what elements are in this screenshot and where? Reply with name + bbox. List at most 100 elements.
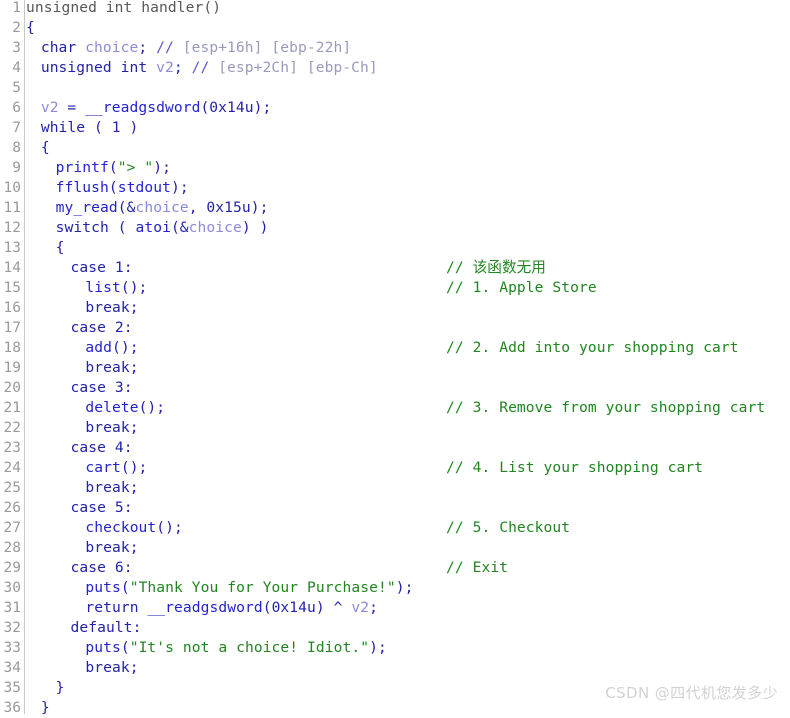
code-token-fn: stdout: [117, 179, 171, 196]
code-line[interactable]: unsigned int handler(): [26, 0, 221, 18]
code-line[interactable]: break;: [85, 358, 138, 378]
line-number: 17: [3, 320, 21, 336]
code-token-fn: fflush: [55, 179, 109, 196]
code-line[interactable]: {: [41, 138, 50, 158]
line-number: 35: [3, 680, 21, 696]
code-line[interactable]: v2 = __readgsdword(0x14u);: [41, 98, 272, 118]
line-number: 1: [12, 0, 21, 16]
code-line[interactable]: default:: [71, 618, 142, 638]
code-token-fn: my_read: [55, 199, 118, 216]
side-comment: // 4. List your shopping cart: [446, 459, 704, 476]
line-number: 4: [12, 60, 21, 76]
code-line[interactable]: add();: [85, 338, 138, 358]
code-token-kw: }: [55, 679, 65, 696]
code-token-kw: ();: [138, 399, 166, 416]
line-number: 12: [3, 220, 21, 236]
code-token-kw: break;: [85, 419, 139, 436]
line-number: 18: [3, 340, 21, 356]
code-line[interactable]: {: [26, 18, 35, 38]
code-token-var: choice: [85, 39, 139, 56]
code-token-var: v2: [156, 59, 174, 76]
code-line[interactable]: puts("It's not a choice! Idiot.");: [85, 638, 386, 658]
code-token-plain: unsigned int handler(): [26, 0, 222, 16]
code-token-punct: {: [26, 19, 35, 36]
code-line[interactable]: puts("Thank You for Your Purchase!");: [85, 578, 413, 598]
code-line[interactable]: switch ( atoi(&choice) ): [56, 218, 269, 238]
csdn-watermark: CSDN @四代机您发多少: [605, 684, 778, 702]
code-line[interactable]: list();: [85, 278, 147, 298]
code-token-kw: switch (: [55, 219, 136, 236]
code-token-kw: );: [170, 179, 189, 196]
code-token-fn: __readgsdword: [147, 599, 263, 616]
line-number: 26: [3, 500, 21, 516]
code-line[interactable]: char choice; // [esp+16h] [ebp-22h]: [41, 38, 351, 58]
code-line[interactable]: case 2:: [71, 318, 133, 338]
side-comment: // 2. Add into your shopping cart: [446, 339, 739, 356]
code-line[interactable]: case 4:: [71, 438, 133, 458]
code-token-str: "Thank You for Your Purchase!": [129, 579, 396, 596]
code-line[interactable]: fflush(stdout);: [56, 178, 189, 198]
code-token-kw: default:: [70, 619, 142, 636]
line-number: 22: [3, 420, 21, 436]
code-token-str: "It's not a choice! Idiot.": [129, 639, 370, 656]
code-line[interactable]: }: [41, 698, 50, 718]
code-line[interactable]: cart();: [85, 458, 147, 478]
line-number: 3: [12, 40, 21, 56]
side-comment-column: // 该函数无用 // 1. Apple Store // 2. Add into …: [446, 0, 790, 714]
code-line[interactable]: while ( 1 ): [41, 118, 139, 138]
code-token-kw: (0x14u);: [200, 99, 272, 116]
decompiler-pseudocode-view: 1 2 3 4 5 6 7 8 9 10 11 12 13 14 15 16 17 18 19 20 21 22 23 24 2…: [0, 0, 790, 716]
code-token-kw: break;: [85, 359, 139, 376]
code-token-kw: {: [55, 239, 65, 256]
code-token-kw: case 5:: [70, 499, 133, 516]
line-number: 27: [3, 520, 21, 536]
code-token-kw: case 2:: [70, 319, 133, 336]
code-line[interactable]: break;: [85, 298, 138, 318]
line-number: 36: [3, 700, 21, 716]
code-line[interactable]: break;: [85, 658, 138, 678]
code-token-fn: checkout: [85, 519, 157, 536]
code-line[interactable]: my_read(&choice, 0x15u);: [56, 198, 269, 218]
line-number: 32: [3, 620, 21, 636]
code-token-kw: case 1:: [70, 259, 133, 276]
side-comment: // 3. Remove from your shopping cart: [446, 399, 766, 416]
code-token-kw: break;: [85, 659, 139, 676]
code-line[interactable]: checkout();: [85, 518, 183, 538]
code-line[interactable]: case 5:: [71, 498, 133, 518]
code-line[interactable]: case 3:: [71, 378, 133, 398]
line-number-gutter: 1 2 3 4 5 6 7 8 9 10 11 12 13 14 15 16 17 18 19 20 21 22 23 24 2…: [0, 0, 25, 716]
code-token-kw: (: [108, 159, 118, 176]
code-token-fn: puts: [85, 579, 121, 596]
code-line[interactable]: printf("> ");: [56, 158, 171, 178]
code-line[interactable]: unsigned int v2; // [esp+2Ch] [ebp-Ch]: [41, 58, 378, 78]
line-number: 20: [3, 380, 21, 396]
code-token-kw: break;: [85, 479, 139, 496]
code-token-fn: add: [85, 339, 112, 356]
code-token-ann: [esp+2Ch] [ebp-Ch]: [209, 59, 378, 76]
side-comment: // 5. Checkout: [446, 519, 571, 536]
code-token-kw: break;: [85, 299, 139, 316]
code-line[interactable]: break;: [85, 538, 138, 558]
code-token-kw: case 6:: [70, 559, 133, 576]
code-line[interactable]: delete();: [85, 398, 165, 418]
code-line[interactable]: break;: [85, 478, 138, 498]
code-token-kw: ;: [369, 599, 378, 616]
code-token-kw: ();: [156, 519, 183, 536]
code-token-kw: return: [85, 599, 148, 616]
code-line[interactable]: }: [56, 678, 65, 698]
code-token-ann: [esp+16h] [ebp-22h]: [173, 39, 352, 56]
code-token-kw: }: [40, 699, 50, 716]
code-token-kw: (: [120, 579, 130, 596]
code-line[interactable]: break;: [85, 418, 138, 438]
code-line[interactable]: case 6:: [71, 558, 133, 578]
code-token-var: v2: [351, 599, 370, 616]
code-line[interactable]: case 1:: [71, 258, 133, 278]
line-number: 10: [3, 180, 21, 196]
code-token-fn: list: [85, 279, 121, 296]
code-line[interactable]: {: [56, 238, 65, 258]
code-token-kw: ();: [120, 459, 148, 476]
line-number: 11: [3, 200, 21, 216]
code-line[interactable]: return __readgsdword(0x14u) ^ v2;: [85, 598, 378, 618]
